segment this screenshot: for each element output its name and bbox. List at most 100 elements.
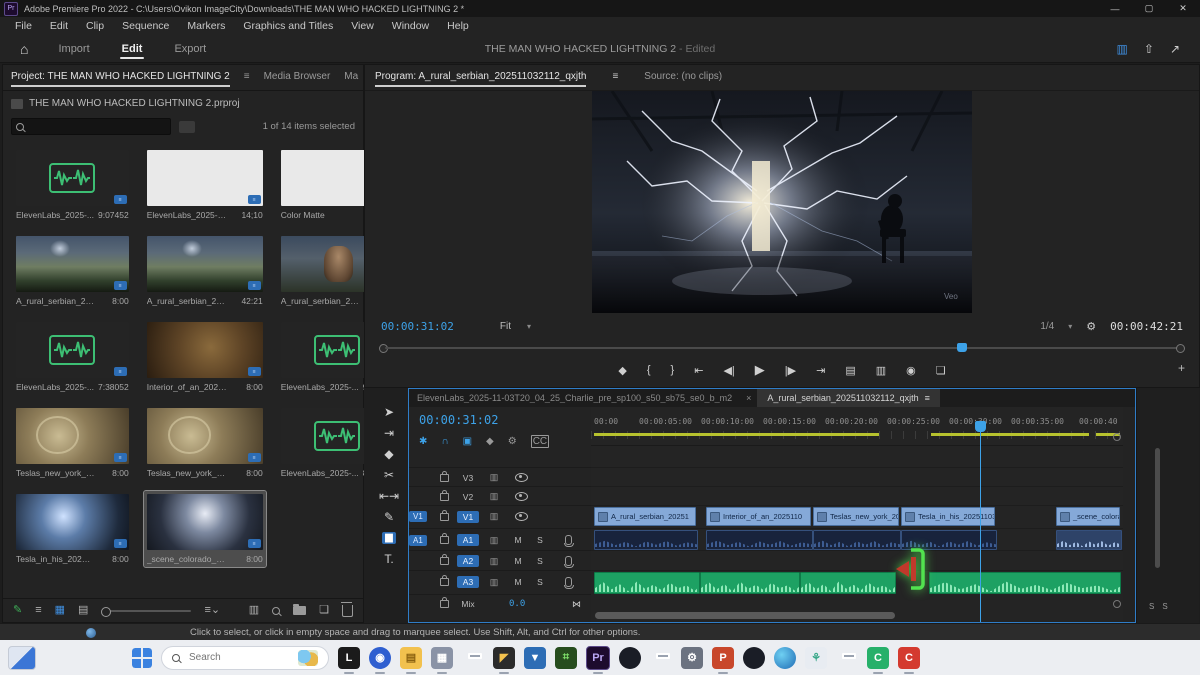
track-v1[interactable]: A_rural_serbian_20251 Interior_of_an_202… [591, 505, 1123, 527]
edge-icon[interactable] [774, 647, 796, 669]
voiceover-record-mic-icon[interactable] [565, 556, 572, 566]
quick-export-icon[interactable]: ▥ [1117, 42, 1128, 56]
start-button-icon[interactable] [132, 648, 152, 668]
fit-dropdown[interactable]: Fit▾ [500, 321, 531, 332]
android-tool-icon[interactable]: ⌗ [555, 647, 577, 669]
lock-icon[interactable] [440, 474, 449, 482]
tab-edit[interactable]: Edit [106, 35, 159, 62]
clip-thumbnail[interactable]: ≡ [16, 408, 129, 464]
lock-icon[interactable] [440, 600, 449, 608]
track-header-a3[interactable]: A3 ▥ M S [409, 570, 591, 593]
panel-menu-icon[interactable]: ≡ [244, 71, 250, 82]
music-audio-clip[interactable] [800, 572, 896, 594]
fullscreen-icon[interactable]: ↗ [1170, 42, 1180, 56]
tab-truncated[interactable]: Ma [344, 71, 358, 82]
tab-import[interactable]: Import [42, 35, 105, 62]
premiere-pro-icon[interactable]: Pr [586, 646, 610, 670]
sync-lock-icon[interactable]: ▥ [481, 511, 507, 522]
razor-tool-icon[interactable]: ✂ [384, 469, 394, 481]
music-audio-clip[interactable] [700, 572, 800, 594]
captions-icon[interactable]: CC [531, 435, 549, 448]
menu-graphics-titles[interactable]: Graphics and Titles [234, 20, 342, 32]
comparison-view-icon[interactable]: ❏ [936, 364, 946, 377]
track-v3[interactable] [591, 467, 1123, 487]
sync-lock-icon[interactable]: ▥ [481, 535, 507, 546]
clickup-icon[interactable]: C [898, 647, 920, 669]
mix-level-value[interactable]: 0.0 [509, 599, 525, 609]
go-to-in-icon[interactable]: ⇤ [694, 364, 703, 377]
source-patch-a1[interactable]: A1 [409, 535, 427, 546]
clip-thumbnail[interactable]: ≡ [147, 236, 263, 292]
pen-tool-icon[interactable]: ✎ [384, 511, 394, 523]
new-bin-icon[interactable] [293, 606, 306, 615]
solo-button[interactable]: S [529, 577, 551, 587]
file-explorer-icon[interactable]: ▤ [400, 647, 422, 669]
selection-tool-icon[interactable]: ➤ [384, 406, 394, 418]
scrubber-end-handle[interactable] [1176, 344, 1185, 353]
music-audio-clip[interactable] [929, 572, 1121, 594]
new-item-icon[interactable]: ❏ [319, 605, 329, 616]
lock-icon[interactable] [440, 513, 449, 521]
bin-item[interactable]: ≡ A_rural_serbian_2025... 8:00 [13, 233, 132, 309]
list-view-icon[interactable]: ≡ [35, 605, 41, 616]
clip-thumbnail[interactable]: ≡ [16, 494, 129, 550]
extract-icon[interactable]: ▥ [876, 364, 886, 377]
menu-sequence[interactable]: Sequence [113, 20, 178, 32]
settings-wrench-icon[interactable]: ⚙ [1086, 320, 1096, 333]
utility-tool-icon[interactable]: ⚘ [805, 647, 827, 669]
bin-item[interactable]: ≡ Teslas_new_york_202... 8:00 [13, 405, 132, 481]
home-icon[interactable]: ⌂ [20, 41, 28, 57]
program-current-timecode[interactable]: 00:00:31:02 [381, 320, 454, 333]
mute-button[interactable]: M [507, 535, 529, 545]
bin-item[interactable]: ≡ Interior_of_an_202511... 8:00 [144, 319, 266, 395]
taskbar-search-input[interactable] [187, 651, 271, 664]
sync-lock-icon[interactable]: ▥ [481, 491, 507, 502]
scrubber-track[interactable] [385, 347, 1179, 349]
audio-clip[interactable] [706, 530, 813, 550]
search-bin-icon[interactable] [179, 121, 195, 133]
chrome-icon[interactable] [462, 647, 484, 669]
track-a3[interactable] [591, 570, 1123, 595]
track-header-v3[interactable]: V3 ▥ [409, 467, 591, 487]
menu-clip[interactable]: Clip [77, 20, 113, 32]
camtasia-icon[interactable]: C [867, 647, 889, 669]
menu-edit[interactable]: Edit [41, 20, 77, 32]
playback-resolution-dropdown[interactable]: 1/4 [1040, 321, 1054, 332]
tab-program[interactable]: Program: A_rural_serbian_202511032112_qx… [375, 71, 586, 82]
camera-app-icon[interactable]: ◉ [369, 647, 391, 669]
track-header-mix[interactable]: Mix 0.0 ⋈ [409, 594, 591, 613]
code-editor-icon[interactable]: ◤ [493, 647, 515, 669]
timeline-clip[interactable]: Teslas_new_york_2025 [813, 507, 899, 526]
audio-clip[interactable] [594, 530, 698, 550]
audio-clip-selected[interactable] [1056, 530, 1122, 550]
app-l-icon[interactable]: L [338, 647, 360, 669]
lock-icon[interactable] [440, 557, 449, 565]
lock-icon[interactable] [440, 578, 449, 586]
play-button-icon[interactable]: ▶ [755, 362, 765, 378]
thumbnail-zoom-slider[interactable] [101, 610, 191, 612]
program-scrubber[interactable] [379, 343, 1185, 353]
add-marker-icon[interactable]: ◆ [618, 364, 626, 377]
program-panel-menu-icon[interactable]: ≡ [612, 71, 618, 82]
weather-widget-icon[interactable] [298, 650, 318, 666]
icon-view-icon[interactable]: ▦ [55, 605, 65, 616]
button-editor-plus-icon[interactable]: + [1178, 361, 1185, 375]
menu-window[interactable]: Window [383, 20, 438, 32]
clip-thumbnail[interactable]: ≡ [16, 236, 129, 292]
maximize-button[interactable]: ▢ [1132, 1, 1166, 17]
bin-item[interactable]: ≡ A_rural_serbian_202... 42:21 [144, 233, 266, 309]
sync-lock-icon[interactable]: ▥ [481, 556, 507, 567]
menu-file[interactable]: File [6, 20, 41, 32]
mute-button[interactable]: M [507, 577, 529, 587]
defender-shield-icon[interactable]: ▼ [524, 647, 546, 669]
slip-tool-icon[interactable]: ⇤⇥ [379, 490, 399, 502]
delete-icon[interactable] [342, 605, 353, 617]
taskbar-search[interactable] [161, 646, 329, 670]
bin-item[interactable]: ≡ Teslas_new_york_202... 8:00 [144, 405, 266, 481]
tab-export[interactable]: Export [158, 35, 222, 62]
timeline-clip[interactable]: _scene_colorado [1056, 507, 1120, 526]
mark-out-icon[interactable]: } [671, 364, 675, 376]
go-to-out-icon[interactable]: ⇥ [816, 364, 825, 377]
program-playhead[interactable] [957, 343, 967, 352]
voiceover-record-mic-icon[interactable] [565, 577, 572, 587]
